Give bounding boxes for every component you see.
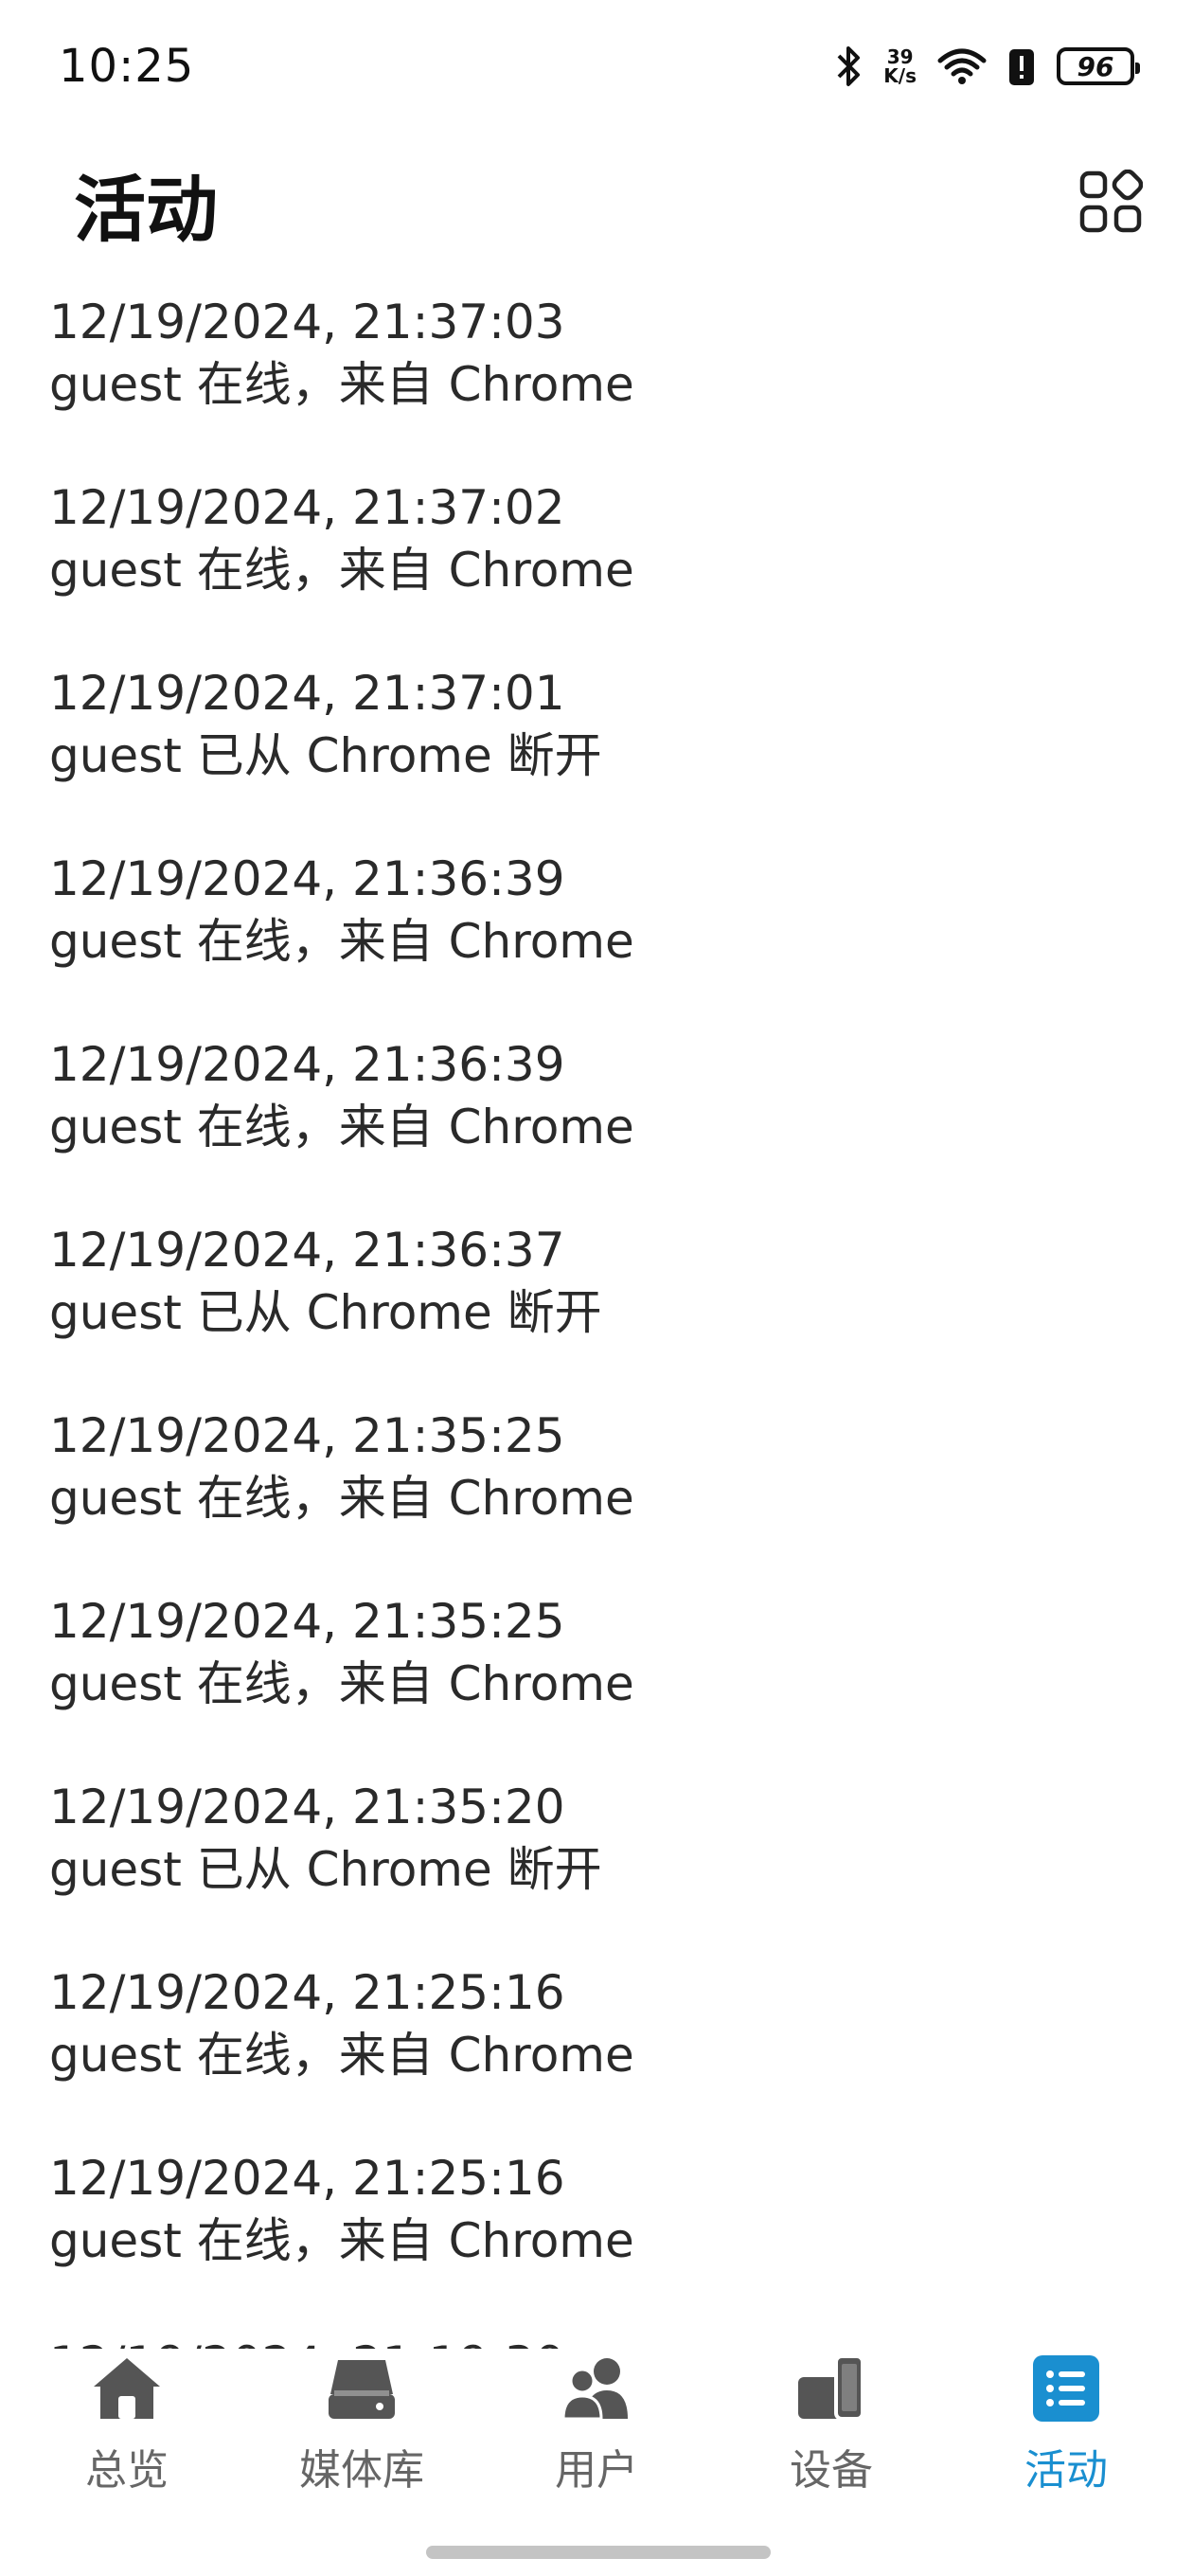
net-speed-unit: K/s xyxy=(883,64,917,87)
activity-text: guest 在线，来自 Chrome xyxy=(49,914,634,969)
activity-text: guest 在线，来自 Chrome xyxy=(49,357,634,412)
battery-icon: 96 xyxy=(1057,47,1140,85)
page-title: 活动 xyxy=(74,168,218,252)
activity-item[interactable]: 12/19/2024, 21:36:39 guest 在线，来自 Chrome xyxy=(49,1022,1193,1208)
nav-item-activity[interactable]: 活动 xyxy=(971,2351,1161,2496)
activity-item[interactable]: 12/19/2024, 21:35:25 guest 在线，来自 Chrome xyxy=(49,1579,1193,1764)
activity-text: guest 在线，来自 Chrome xyxy=(49,1471,634,1526)
screen: 10:25 39 K/s 96 活动 12/19/2024, 21:37:03 … xyxy=(0,0,1193,2576)
activity-text: guest 在线，来自 Chrome xyxy=(49,1656,634,1711)
net-speed: 39 K/s xyxy=(883,47,917,85)
activity-item[interactable]: 12/19/2024, 21:35:20 guest 已从 Chrome 断开 xyxy=(49,1764,1193,1950)
devices-icon xyxy=(793,2351,869,2426)
activity-date: 12/19/2024, 21:36:39 xyxy=(49,1037,565,1092)
activity-date: 12/19/2024, 21:36:37 xyxy=(49,1223,565,1278)
activity-item[interactable]: 12/19/2024, 21:36:39 guest 在线，来自 Chrome xyxy=(49,836,1193,1022)
activity-text: guest 已从 Chrome 断开 xyxy=(49,728,602,783)
status-icons: 39 K/s 96 xyxy=(834,45,1140,88)
activity-text: guest 在线，来自 Chrome xyxy=(49,2213,634,2268)
apps-grid-button[interactable] xyxy=(1077,169,1144,238)
activity-date: 12/19/2024, 21:35:25 xyxy=(49,1594,565,1649)
activity-date: 12/19/2024, 21:19:30 xyxy=(49,2333,1193,2349)
nav-item-users[interactable]: 用户 xyxy=(502,2351,691,2496)
activity-text: guest 已从 Chrome 断开 xyxy=(49,1285,602,1340)
wifi-icon xyxy=(937,47,987,85)
activity-date: 12/19/2024, 21:25:16 xyxy=(49,2151,565,2206)
list-icon xyxy=(1028,2351,1104,2426)
nav-label: 活动 xyxy=(1024,2446,1108,2495)
activity-date: 12/19/2024, 21:36:39 xyxy=(49,851,565,906)
activity-text: guest 已从 Chrome 断开 xyxy=(49,1842,602,1897)
status-bar: 10:25 39 K/s 96 xyxy=(0,0,1193,133)
nav-items: 总览 媒体库 用户 设备 活动 xyxy=(0,2349,1193,2519)
battery-alert-icon xyxy=(1007,45,1036,87)
activity-date: 12/19/2024, 21:35:25 xyxy=(49,1408,565,1463)
drive-icon xyxy=(324,2351,400,2426)
activity-date: 12/19/2024, 21:35:20 xyxy=(49,1780,565,1834)
users-icon xyxy=(559,2351,634,2426)
nav-label: 用户 xyxy=(555,2446,638,2495)
activity-list[interactable]: 12/19/2024, 21:37:03 guest 在线，来自 Chrome … xyxy=(0,279,1193,2349)
nav-item-devices[interactable]: 设备 xyxy=(737,2351,926,2496)
nav-label: 设备 xyxy=(790,2446,873,2495)
activity-item[interactable]: 12/19/2024, 21:19:30 xyxy=(49,2321,1193,2349)
activity-item[interactable]: 12/19/2024, 21:25:16 guest 在线，来自 Chrome xyxy=(49,2136,1193,2321)
bottom-nav: 总览 媒体库 用户 设备 活动 xyxy=(0,2349,1193,2576)
nav-label: 总览 xyxy=(85,2446,169,2495)
status-time: 10:25 xyxy=(59,40,195,93)
activity-item[interactable]: 12/19/2024, 21:35:25 guest 在线，来自 Chrome xyxy=(49,1393,1193,1579)
activity-date: 12/19/2024, 21:37:02 xyxy=(49,480,565,535)
apps-grid-icon xyxy=(1078,169,1144,238)
activity-date: 12/19/2024, 21:37:01 xyxy=(49,666,565,721)
activity-text: guest 在线，来自 Chrome xyxy=(49,2028,634,2083)
home-icon xyxy=(89,2351,165,2426)
home-indicator[interactable] xyxy=(426,2546,771,2559)
activity-item[interactable]: 12/19/2024, 21:37:03 guest 在线，来自 Chrome xyxy=(49,279,1193,465)
nav-item-library[interactable]: 媒体库 xyxy=(267,2351,456,2496)
nav-label: 媒体库 xyxy=(299,2446,424,2495)
activity-item[interactable]: 12/19/2024, 21:37:02 guest 在线，来自 Chrome xyxy=(49,465,1193,651)
activity-text: guest 在线，来自 Chrome xyxy=(49,1100,634,1154)
activity-item[interactable]: 12/19/2024, 21:37:01 guest 已从 Chrome 断开 xyxy=(49,651,1193,836)
activity-text: guest 在线，来自 Chrome xyxy=(49,543,634,598)
activity-item[interactable]: 12/19/2024, 21:25:16 guest 在线，来自 Chrome xyxy=(49,1950,1193,2136)
activity-date: 12/19/2024, 21:25:16 xyxy=(49,1965,565,2020)
nav-item-overview[interactable]: 总览 xyxy=(32,2351,222,2496)
activity-item[interactable]: 12/19/2024, 21:36:37 guest 已从 Chrome 断开 xyxy=(49,1208,1193,1393)
bluetooth-icon xyxy=(834,45,863,88)
battery-level: 96 xyxy=(1077,50,1114,82)
activity-date: 12/19/2024, 21:37:03 xyxy=(49,295,565,349)
header: 活动 xyxy=(0,152,1193,256)
net-speed-value: 39 xyxy=(886,45,914,68)
